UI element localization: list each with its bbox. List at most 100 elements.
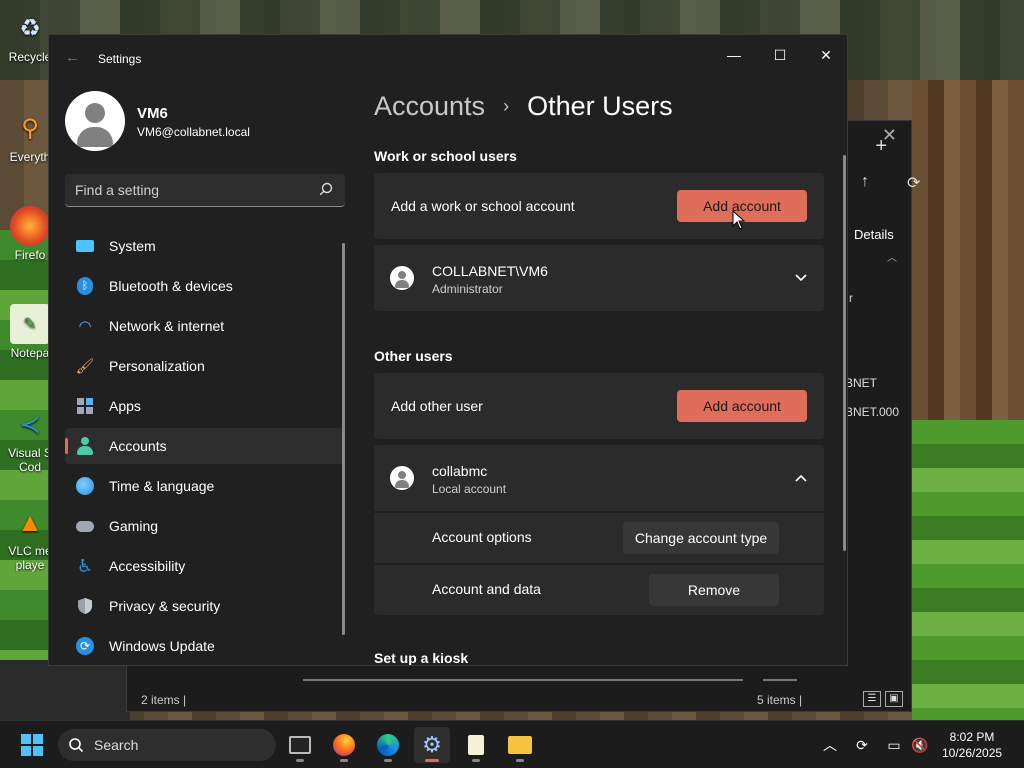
sidebar-item-network[interactable]: ◠ Network & internet — [65, 308, 345, 344]
bluetooth-icon: ᛒ — [75, 276, 95, 296]
sidebar-item-label: Network & internet — [109, 318, 225, 334]
sidebar-item-bluetooth[interactable]: ᛒ Bluetooth & devices — [65, 268, 345, 304]
account-name: collabmc — [432, 463, 488, 479]
breadcrumb-parent[interactable]: Accounts — [374, 91, 485, 122]
sidebar-item-personalization[interactable]: 🖌 Personalization — [65, 348, 345, 384]
back-arrow-icon[interactable]: ← — [65, 49, 80, 66]
search-icon — [69, 738, 84, 753]
account-name: COLLABNET\VM6 — [432, 263, 548, 279]
desktop-icon-label: Firefo — [14, 248, 46, 262]
remove-account-button[interactable]: Remove — [649, 574, 779, 606]
taskbar-search-label: Search — [94, 737, 139, 753]
explorer-details-button[interactable]: Details — [854, 227, 894, 242]
sync-status-icon[interactable]: ⟳ — [852, 735, 872, 755]
avatar[interactable] — [65, 91, 125, 151]
explorer-scrollbar[interactable] — [303, 679, 743, 681]
maximize-button[interactable]: ☐ — [757, 41, 803, 69]
firefox-app-icon[interactable] — [326, 727, 362, 763]
user-avatar — [390, 266, 414, 290]
vscode-icon: ≺ — [19, 408, 41, 439]
notepad-app-icon[interactable] — [458, 727, 494, 763]
taskbar: Search ⚙ ︿ ⟳ ▭ 🔇 8:02 PM 10/26/2025 — [0, 720, 1024, 768]
file-explorer-app-icon[interactable] — [502, 727, 538, 763]
chevron-up-icon[interactable]: ︿ — [820, 735, 840, 755]
sidebar-item-privacy[interactable]: Privacy & security — [65, 588, 345, 624]
gamepad-icon — [75, 516, 95, 536]
sidebar-item-windows-update[interactable]: ⟳ Windows Update — [65, 628, 345, 664]
desktop-icon-label: Everyth — [9, 150, 51, 164]
account-data-label: Account and data — [432, 581, 541, 597]
work-school-section-title: Work or school users — [374, 148, 517, 164]
desktop-icon-label: Visual S Cod — [8, 446, 52, 474]
desktop-grass-right — [912, 420, 1024, 720]
sidebar-item-label: Time & language — [109, 478, 215, 494]
everything-search-icon: ⚲ — [21, 114, 39, 142]
find-setting-box — [65, 174, 345, 207]
sidebar-item-accounts[interactable]: Accounts — [65, 428, 345, 464]
chevron-up-icon[interactable] — [794, 471, 808, 485]
explorer-row-text[interactable]: BNET — [845, 376, 877, 390]
terminal-app-icon[interactable] — [282, 727, 318, 763]
content-scrollbar[interactable] — [843, 155, 846, 551]
sidebar-item-time-language[interactable]: Time & language — [65, 468, 345, 504]
account-type: Local account — [432, 482, 507, 496]
breadcrumb: Accounts › Other Users — [374, 91, 673, 122]
kiosk-section-title: Set up a kiosk — [374, 650, 469, 666]
other-account-row[interactable]: collabmc Local account — [374, 445, 824, 511]
explorer-refresh-icon[interactable]: ⟳ — [907, 173, 920, 193]
search-icon[interactable] — [319, 182, 333, 196]
sidebar-item-system[interactable]: System — [65, 228, 345, 264]
sidebar-item-label: Gaming — [109, 518, 159, 534]
tiles-view-icon[interactable]: ▣ — [885, 691, 903, 707]
desktop-tree-bark — [912, 80, 1024, 420]
account-options-label: Account options — [432, 529, 532, 545]
account-options-row: Account options Change account type — [374, 513, 824, 563]
add-other-user-card: Add other user Add account — [374, 373, 824, 439]
change-account-type-button[interactable]: Change account type — [623, 522, 779, 554]
explorer-scrollbar-secondary[interactable] — [763, 679, 797, 681]
sidebar-item-label: Apps — [109, 398, 141, 414]
taskbar-search[interactable]: Search — [58, 729, 276, 761]
explorer-row-text: r — [849, 291, 853, 305]
title-bar: ← Settings — ☐ ✕ — [49, 35, 847, 81]
search-input[interactable] — [75, 174, 315, 206]
explorer-new-tab-icon[interactable]: + — [875, 135, 887, 158]
account-data-row: Account and data Remove — [374, 565, 824, 615]
sidebar-item-label: Accounts — [109, 438, 167, 454]
sidebar-item-label: Privacy & security — [109, 598, 221, 614]
network-icon[interactable]: ▭ — [884, 735, 904, 755]
sidebar-scrollbar[interactable] — [342, 243, 345, 635]
edge-app-icon[interactable] — [370, 727, 406, 763]
sidebar-item-apps[interactable]: Apps — [65, 388, 345, 424]
sidebar-item-gaming[interactable]: Gaming — [65, 508, 345, 544]
sidebar-nav: System ᛒ Bluetooth & devices ◠ Network &… — [65, 228, 345, 665]
work-account-row[interactable]: COLLABNET\VM6 Administrator — [374, 245, 824, 311]
clock-time: 8:02 PM — [949, 730, 995, 744]
apps-icon — [75, 396, 95, 416]
update-icon: ⟳ — [75, 636, 95, 656]
explorer-up-arrow-icon[interactable]: ↑ — [861, 173, 869, 191]
minimize-button[interactable]: — — [711, 41, 757, 69]
explorer-row-text[interactable]: BNET.000 — [845, 405, 899, 419]
person-icon — [75, 436, 95, 456]
system-monitor-icon — [75, 236, 95, 256]
desktop-icon-label: VLC me playe — [8, 544, 52, 572]
sidebar-item-label: Accessibility — [109, 558, 186, 574]
sidebar-item-label: Bluetooth & devices — [109, 278, 233, 294]
settings-app-icon[interactable]: ⚙ — [414, 727, 450, 763]
firefox-icon — [10, 206, 50, 246]
close-button[interactable]: ✕ — [803, 41, 847, 69]
windows-start-icon[interactable] — [20, 733, 44, 757]
add-other-user-button[interactable]: Add account — [677, 390, 807, 422]
chevron-down-icon[interactable] — [794, 271, 808, 285]
explorer-status-right: 5 items | — [757, 693, 803, 707]
clock[interactable]: 8:02 PM 10/26/2025 — [942, 729, 1002, 761]
details-view-icon[interactable]: ☰ — [863, 691, 881, 707]
clock-date: 10/26/2025 — [942, 746, 1003, 760]
globe-clock-icon — [75, 476, 95, 496]
sidebar-item-label: Windows Update — [109, 638, 215, 654]
paintbrush-icon: 🖌 — [75, 358, 95, 375]
sidebar-item-accessibility[interactable]: ♿ Accessibility — [65, 548, 345, 584]
volume-muted-icon[interactable]: 🔇 — [910, 735, 930, 755]
sidebar-item-label: System — [109, 238, 156, 254]
